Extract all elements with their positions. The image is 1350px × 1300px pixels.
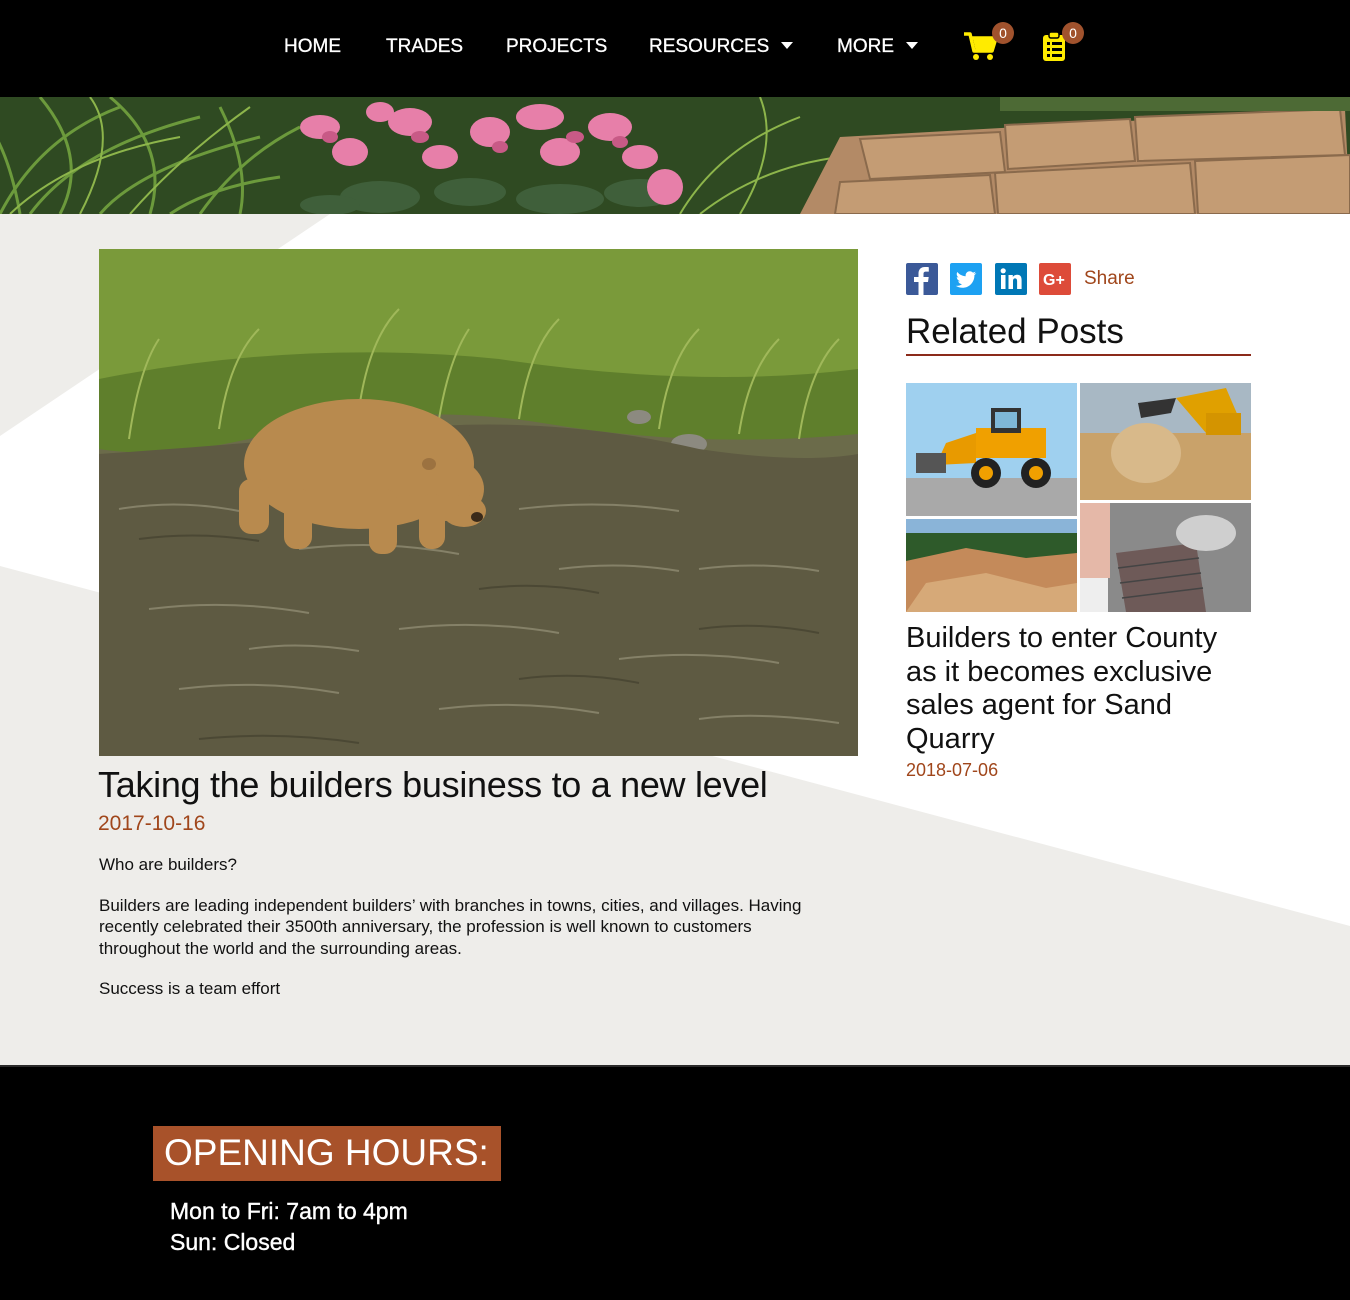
garden-banner-image xyxy=(0,97,1350,214)
facebook-share-button[interactable] xyxy=(906,263,938,295)
main-content: Taking the builders business to a new le… xyxy=(0,214,1350,1065)
top-navigation: HOME TRADES PROJECTS RESOURCES MORE 0 0 xyxy=(0,0,1350,97)
hero-banner xyxy=(0,97,1350,214)
linkedin-share-button[interactable] xyxy=(995,263,1027,295)
share-link[interactable]: Share xyxy=(1084,268,1135,290)
nav-projects[interactable]: PROJECTS xyxy=(506,36,608,58)
bear-in-river-photo xyxy=(99,249,858,756)
post-body: Who are builders? Builders are leading i… xyxy=(99,854,829,1019)
nav-more-label: MORE xyxy=(837,36,894,57)
post-paragraph: Success is a team effort xyxy=(99,979,281,998)
opening-hours-sunday: Sun: Closed xyxy=(170,1229,296,1255)
twitter-icon xyxy=(950,263,982,295)
post-title: Taking the builders business to a new le… xyxy=(98,764,768,805)
linkedin-icon xyxy=(995,263,1027,295)
twitter-share-button[interactable] xyxy=(950,263,982,295)
related-post-date: 2018-07-06 xyxy=(906,760,999,780)
related-posts-heading: Related Posts xyxy=(906,312,1124,351)
related-post-image[interactable] xyxy=(906,383,1251,612)
nav-home-label: HOME xyxy=(284,36,341,57)
construction-collage-image xyxy=(906,383,1251,612)
post-featured-image xyxy=(99,249,858,756)
google-plus-icon: G+ xyxy=(1039,263,1071,295)
related-posts-divider xyxy=(906,354,1251,356)
opening-hours-heading: OPENING HOURS: xyxy=(153,1126,501,1181)
google-plus-share-button[interactable]: G+ xyxy=(1039,263,1071,295)
quote-count-badge: 0 xyxy=(1062,22,1084,44)
footer: OPENING HOURS: Mon to Fri: 7am to 4pm Su… xyxy=(0,1065,1350,1300)
svg-text:G+: G+ xyxy=(1043,272,1065,289)
post-paragraph: Builders are leading independent builder… xyxy=(99,895,802,958)
related-post-title-link[interactable]: Builders to enter County as it becomes e… xyxy=(906,622,1251,756)
facebook-icon xyxy=(906,263,938,295)
nav-projects-label: PROJECTS xyxy=(506,36,608,57)
nav-resources-label: RESOURCES xyxy=(649,36,770,57)
post-paragraph: Who are builders? xyxy=(99,855,237,874)
chevron-down-icon xyxy=(781,42,794,49)
nav-trades[interactable]: TRADES xyxy=(386,36,463,58)
chevron-down-icon xyxy=(906,42,918,49)
nav-trades-label: TRADES xyxy=(386,36,464,57)
opening-hours-weekdays: Mon to Fri: 7am to 4pm xyxy=(170,1198,408,1224)
nav-more[interactable]: MORE xyxy=(837,36,918,58)
nav-resources[interactable]: RESOURCES xyxy=(649,36,794,58)
nav-home[interactable]: HOME xyxy=(284,36,341,58)
cart-count-badge: 0 xyxy=(992,22,1014,44)
post-date: 2017-10-16 xyxy=(98,812,206,835)
